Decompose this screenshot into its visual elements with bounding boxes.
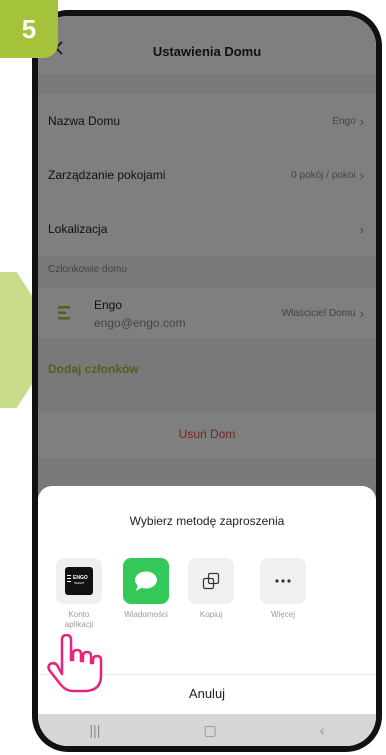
sheet-title: Wybierz metodę zaproszenia bbox=[129, 514, 285, 528]
share-label-app-account: Konto aplikacji bbox=[64, 610, 94, 629]
share-label-messages: Wiadomości bbox=[124, 610, 168, 619]
engo-app-icon: ENGO SMART bbox=[65, 567, 93, 595]
copy-icon bbox=[188, 558, 234, 604]
home-icon[interactable]: ▢ bbox=[203, 722, 216, 739]
system-navigation-bar: ||| ▢ ‹ bbox=[38, 714, 376, 746]
messages-icon bbox=[123, 558, 169, 604]
share-option-more[interactable]: Więcej bbox=[258, 558, 308, 620]
back-icon[interactable]: ‹ bbox=[320, 722, 325, 738]
share-label-more: Więcej bbox=[270, 610, 295, 619]
pointing-hand-icon bbox=[46, 633, 108, 699]
step-number-badge: 5 bbox=[0, 0, 58, 58]
more-icon bbox=[260, 558, 306, 604]
invite-method-sheet: Wybierz metodę zaproszenia ENGO SMART Ko… bbox=[38, 486, 376, 746]
share-label-copy: Kopiuj bbox=[199, 610, 223, 619]
share-option-messages[interactable]: Wiadomości bbox=[121, 558, 171, 620]
share-option-app-account[interactable]: ENGO SMART Konto aplikacji bbox=[54, 558, 104, 630]
recent-apps-icon[interactable]: ||| bbox=[90, 722, 101, 738]
share-option-copy[interactable]: Kopiuj bbox=[186, 558, 236, 620]
